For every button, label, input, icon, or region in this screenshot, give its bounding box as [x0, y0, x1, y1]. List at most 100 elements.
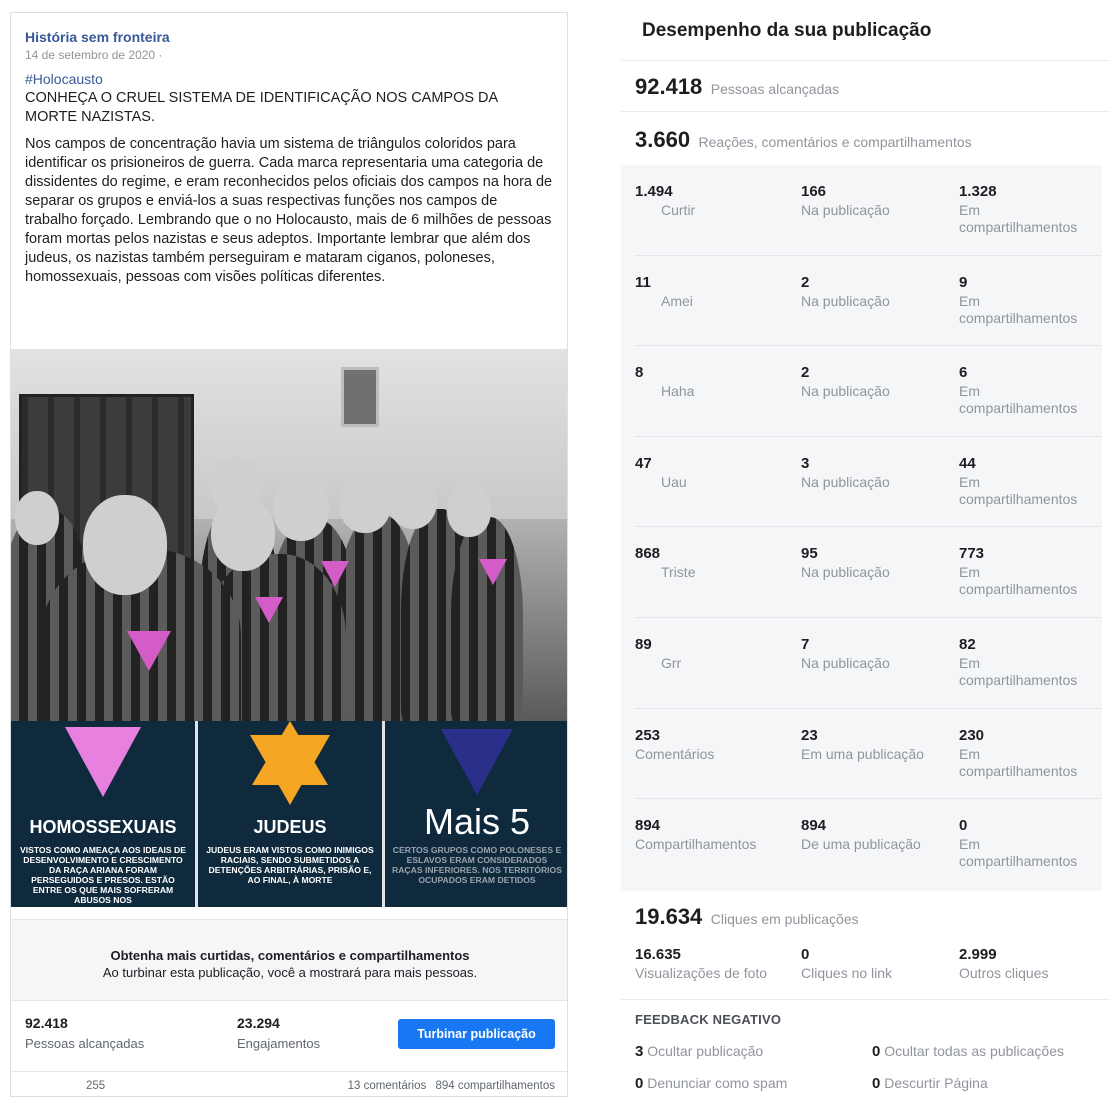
prisoner-head: [15, 491, 59, 545]
on-shares-value: 773: [959, 545, 985, 563]
on-shares-label: Em compartilhamentos: [959, 564, 1078, 598]
reach-value: 92.418: [25, 1015, 68, 1031]
on-post-label: Em uma publicação: [801, 745, 924, 762]
negative-feedback-item: 0 Descurtir Página: [872, 1075, 988, 1092]
prisoners-photo[interactable]: [11, 349, 567, 721]
boost-post-button[interactable]: Turbinar publicação: [398, 1019, 555, 1049]
on-shares-label: Em compartilhamentos: [959, 745, 1078, 779]
reaction-total: 894: [635, 817, 661, 835]
post-header: História sem fronteira 14 de setembro de…: [11, 13, 567, 287]
comments-count-link[interactable]: 13 comentários: [348, 1080, 427, 1092]
on-shares-value: 82: [959, 636, 976, 653]
on-shares-value: 44: [959, 454, 976, 472]
negative-label: Denunciar como spam: [647, 1075, 788, 1091]
reaction-total-cell: 868 Triste: [635, 545, 785, 581]
pink-triangle-badge: [479, 559, 507, 585]
on-post-label: Na publicação: [801, 473, 890, 490]
reaction-label: Curtir: [661, 202, 696, 218]
negative-feedback-item: 0 Denunciar como spam: [635, 1075, 787, 1092]
post-date[interactable]: 14 de setembro de 2020 ·: [25, 48, 553, 62]
on-post-value: 2: [801, 364, 810, 382]
card-title: HOMOSSEXUAIS: [29, 817, 177, 837]
negative-label: Ocultar publicação: [647, 1043, 764, 1059]
reaction-label: Comentários: [635, 745, 715, 762]
reaction-total: 868: [635, 545, 661, 563]
facebook-post: História sem fronteira 14 de setembro de…: [10, 12, 568, 1097]
likes-count[interactable]: 255: [86, 1080, 105, 1092]
on-post-cell: 3 Na publicação: [801, 455, 951, 491]
on-post-cell: 2 Na publicação: [801, 364, 951, 400]
card-text: VISTOS COMO AMEAÇA AOS IDEAIS DE DESENVO…: [19, 845, 186, 905]
post-headline: CONHEÇA O CRUEL SISTEMA DE IDENTIFICAÇÃO…: [25, 90, 498, 125]
prisoner-head: [273, 477, 329, 541]
on-shares-label: Em compartilhamentos: [959, 473, 1078, 507]
reactions-total-value: 3.660: [635, 127, 691, 152]
reaction-row: 89 Grr 7 Na publicação 82 Em compartilhamen…: [635, 618, 1102, 709]
reaction-label: Triste: [661, 564, 696, 581]
photo-window: [341, 367, 379, 427]
reaction-total: 47: [635, 454, 652, 472]
card-more-photos[interactable]: CERTOS GRUPOS COMO POLONESES E ESLAVOS E…: [385, 721, 567, 907]
on-shares-value: 0: [959, 817, 968, 835]
page-name-link[interactable]: História sem fronteira: [25, 29, 553, 45]
on-post-value: 894: [801, 817, 827, 835]
boost-promo-subtitle: Ao turbinar esta publicação, você a most…: [102, 965, 478, 980]
on-post-cell: 2 Na publicação: [801, 274, 951, 310]
card-title: JUDEUS: [253, 817, 327, 837]
prisoner-figure: [451, 517, 523, 721]
triangle-cards: HOMOSSEXUAIS VISTOS COMO AMEAÇA AOS IDEA…: [11, 721, 567, 907]
on-post-label: Na publicação: [801, 564, 890, 581]
reach-label: Pessoas alcançadas: [25, 1036, 145, 1051]
clicks-cell: 16.635 Visualizações de foto: [635, 946, 767, 981]
reaction-label: Uau: [661, 473, 687, 490]
on-post-value: 3: [801, 454, 810, 472]
engagement-stat: 23.294 Engajamentos: [237, 1015, 320, 1051]
negative-value: 3: [635, 1043, 644, 1060]
post-insights-panel: Desempenho da sua publicação 92.418 Pess…: [621, 0, 1110, 1097]
on-shares-value: 9: [959, 273, 968, 291]
on-post-value: 95: [801, 545, 818, 563]
insights-reach: 92.418 Pessoas alcançadas: [635, 74, 1102, 100]
reaction-total-cell: 253 Comentários: [635, 727, 785, 763]
on-post-cell: 95 Na publicação: [801, 545, 951, 581]
hashtag-link[interactable]: #Holocausto: [25, 71, 553, 87]
card-judeus[interactable]: JUDEUS JUDEUS ERAM VISTOS COMO INIMIGOS …: [198, 721, 382, 907]
on-shares-label: Em compartilhamentos: [959, 383, 1078, 417]
negative-value: 0: [872, 1043, 881, 1060]
card-text: CERTOS GRUPOS COMO POLONESES E ESLAVOS E…: [392, 845, 562, 885]
negative-feedback-title: FEEDBACK NEGATIVO: [635, 1012, 782, 1027]
on-post-value: 7: [801, 636, 810, 653]
clicks-cell: 0 Cliques no link: [801, 946, 892, 981]
on-shares-cell: 1.328 Em compartilhamentos: [959, 183, 1102, 236]
reaction-total-cell: 89 Grr: [635, 636, 785, 672]
more-photos-label[interactable]: Mais 5: [385, 801, 567, 843]
post-footer-counts: 13 comentários 894 compartilhamentos: [348, 1080, 555, 1092]
clicks-total-label: Cliques em publicações: [710, 911, 859, 927]
shares-count-link[interactable]: 894 compartilhamentos: [435, 1080, 555, 1092]
reaction-label: Haha: [661, 383, 695, 400]
boost-promo-title: Obtenha mais curtidas, comentários e com…: [110, 948, 470, 963]
on-post-cell: 166 Na publicação: [801, 183, 951, 219]
prisoner-head: [389, 473, 437, 529]
on-shares-cell: 44 Em compartilhamentos: [959, 455, 1102, 508]
on-shares-value: 230: [959, 726, 985, 744]
on-shares-cell: 82 Em compartilhamentos: [959, 636, 1102, 689]
reaction-row: 1.494 Curtir 166 Na publicação 1.328 Em com…: [635, 165, 1102, 256]
clicks-total-value: 19.634: [635, 904, 703, 929]
engagement-label: Engajamentos: [237, 1036, 321, 1051]
negative-label: Descurtir Página: [884, 1075, 988, 1091]
reactions-breakdown-table: 1.494 Curtir 166 Na publicação 1.328 Em com…: [621, 165, 1102, 891]
reaction-label: Amei: [661, 292, 693, 309]
clicks-value: 16.635: [635, 946, 681, 963]
negative-feedback-item: 0 Ocultar todas as publicações: [872, 1043, 1064, 1060]
reaction-total-cell: 894 Compartilhamentos: [635, 817, 785, 853]
prisoner-head: [447, 485, 491, 537]
reaction-total: 1.494: [635, 183, 673, 200]
reaction-total-cell: 8 Haha: [635, 364, 785, 400]
reaction-label: Grr: [661, 655, 682, 671]
post-stats: 92.418 Pessoas alcançadas 23.294 Engajam…: [11, 1009, 567, 1061]
pink-triangle-badge: [321, 561, 349, 587]
on-post-label: Na publicação: [801, 655, 890, 671]
card-homossexuais[interactable]: HOMOSSEXUAIS VISTOS COMO AMEAÇA AOS IDEA…: [11, 721, 195, 907]
clicks-label: Visualizações de foto: [635, 965, 768, 981]
